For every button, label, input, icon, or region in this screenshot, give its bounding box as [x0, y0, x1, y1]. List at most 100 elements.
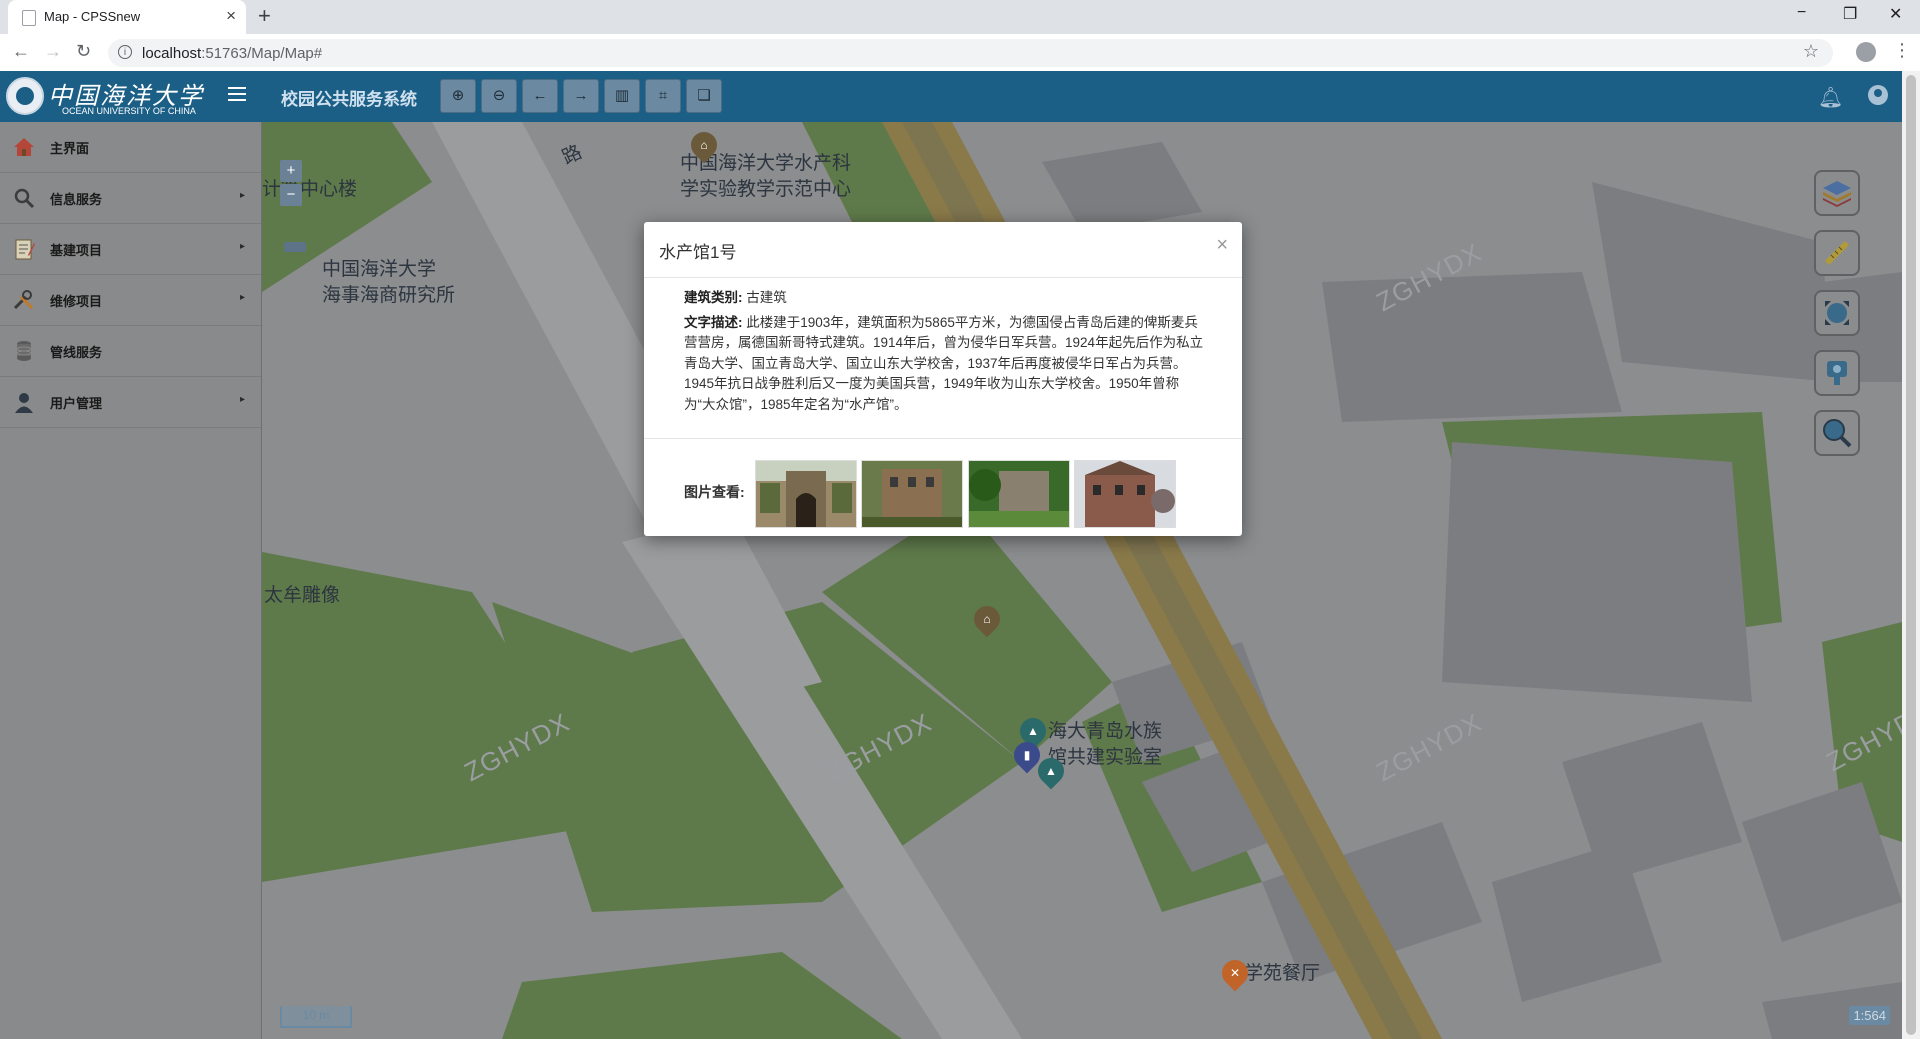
map-label-aquarium-lab-2: 馆共建实验室 — [1048, 747, 1163, 768]
locate-button[interactable] — [1814, 350, 1860, 396]
university-logo: 中国海洋大学 OCEAN UNIVERSITY OF CHINA — [4, 74, 214, 119]
category-label: 建筑类别: — [684, 290, 743, 305]
building-photo-3[interactable] — [968, 460, 1070, 528]
tab-close-icon[interactable]: × — [226, 6, 236, 26]
location-icon — [1827, 361, 1847, 385]
reload-icon[interactable]: ↻ — [76, 41, 91, 62]
zoom-out-button[interactable]: − — [280, 184, 302, 206]
database-icon — [16, 341, 32, 361]
sidebar-item-home[interactable]: 主界面 — [0, 122, 261, 173]
logo-english-name: OCEAN UNIVERSITY OF CHINA — [62, 106, 196, 116]
map-label-computing-center: 计算中心楼 — [262, 179, 358, 200]
zoom-out-icon[interactable]: ⊖ — [481, 79, 517, 113]
category-value: 古建筑 — [746, 290, 787, 305]
page-scrollbar[interactable] — [1902, 71, 1920, 1039]
new-tab-button[interactable]: + — [258, 3, 271, 29]
map-label-maritime-institute-2: 海事海商研究所 — [322, 285, 456, 306]
sidebar-item-label: 维修项目 — [50, 294, 103, 309]
copy-icon[interactable]: ❏ — [686, 79, 722, 113]
zoom-in-button[interactable]: + — [280, 160, 302, 182]
sidebar-item-user-management[interactable]: 用户管理 ▸ — [0, 377, 261, 428]
description-label: 文字描述: — [684, 314, 743, 330]
map-label-canteen: 学苑餐厅 — [1244, 963, 1321, 984]
description-value: 此楼建于1903年，建筑面积为5865平方米，为德国侵占青岛后建的俾斯麦兵营营房… — [684, 314, 1204, 412]
profile-avatar-icon[interactable] — [1856, 42, 1876, 62]
building-photo-2[interactable] — [861, 460, 963, 528]
tools-icon — [13, 290, 34, 310]
popup-close-icon[interactable]: × — [1216, 234, 1228, 257]
site-info-icon[interactable]: i — [118, 45, 132, 59]
search-map-button[interactable] — [1814, 410, 1860, 456]
zoom-control: + − — [280, 160, 302, 208]
arrow-left-icon[interactable]: ← — [522, 79, 558, 113]
forward-icon[interactable]: → — [44, 41, 62, 62]
browser-tab[interactable]: Map - CPSSnew × — [8, 0, 246, 34]
window-close-icon[interactable]: ✕ — [1889, 4, 1902, 24]
home-icon — [14, 138, 34, 156]
arrow-right-icon[interactable]: → — [563, 79, 599, 113]
ruler-icon — [1825, 241, 1849, 265]
restaurant-marker-icon[interactable]: ✕ — [1216, 954, 1254, 992]
url-input[interactable]: i localhost:51763/Map/Map# ☆ — [108, 39, 1833, 67]
building-photo-4[interactable] — [1074, 460, 1176, 528]
sidebar-item-label: 信息服务 — [50, 192, 103, 207]
system-title: 校园公共服务系统 — [281, 90, 417, 109]
url-path: :51763/Map/Map# — [201, 45, 323, 62]
sidebar-item-info-services[interactable]: 信息服务 ▸ — [0, 173, 261, 224]
url-host: localhost — [142, 45, 202, 62]
chevron-right-icon: ▸ — [239, 241, 245, 252]
popup-body: 建筑类别: 古建筑 文字描述: 此楼建于1903年，建筑面积为5865平方米，为… — [684, 288, 1204, 415]
sidebar-item-label: 主界面 — [50, 141, 90, 156]
sidebar-item-infrastructure[interactable]: 基建项目 ▸ — [0, 224, 261, 275]
back-icon[interactable]: ← — [12, 41, 30, 62]
browser-menu-icon[interactable]: ⋮ — [1893, 40, 1911, 61]
globe-search-icon — [1823, 419, 1852, 448]
map-label-statue: 太牟雕像 — [264, 585, 341, 606]
bookmark-star-icon[interactable]: ☆ — [1803, 41, 1819, 62]
minimize-icon[interactable]: − — [1797, 4, 1806, 22]
sidebar-item-label: 基建项目 — [50, 243, 103, 258]
building-info-popup: 水产馆1号 × 建筑类别: 古建筑 文字描述: 此楼建于1903年，建筑面积为5… — [644, 222, 1242, 536]
app-header: 中国海洋大学 OCEAN UNIVERSITY OF CHINA 校园公共服务系… — [0, 71, 1902, 122]
tab-title: Map - CPSSnew — [44, 9, 141, 24]
measure-button[interactable] — [1814, 230, 1860, 276]
bank-marker-icon[interactable]: ▮ — [1008, 736, 1046, 774]
map-label-maritime-institute: 中国海洋大学 — [322, 259, 437, 280]
expand-icon — [1825, 301, 1849, 325]
popup-divider — [644, 438, 1242, 439]
layers-icon — [1823, 181, 1851, 207]
museum-marker-icon[interactable]: ⌂ — [685, 126, 723, 164]
browser-tab-bar: Map - CPSSnew × + − ❐ ✕ — [0, 0, 1920, 34]
page-favicon-icon — [22, 10, 36, 26]
chevron-right-icon: ▸ — [239, 292, 245, 303]
sidebar-item-label: 用户管理 — [50, 396, 103, 411]
popup-title: 水产馆1号 — [659, 243, 737, 262]
clipboard-icon — [15, 239, 35, 260]
crop-icon[interactable]: ⌗ — [645, 79, 681, 113]
restore-icon[interactable]: ❐ — [1843, 4, 1857, 24]
photos-label: 图片查看: — [684, 484, 745, 500]
user-account-icon[interactable] — [1868, 85, 1888, 105]
map-label-aquaculture-center-2: 学实验教学示范中心 — [680, 179, 852, 200]
sidebar-item-pipeline[interactable]: 管线服务 — [0, 326, 261, 377]
university-emblem-icon — [6, 77, 44, 115]
popup-header: 水产馆1号 × — [644, 222, 1242, 278]
user-icon — [15, 393, 33, 413]
zoom-in-icon[interactable]: ⊕ — [440, 79, 476, 113]
sidebar-item-maintenance[interactable]: 维修项目 ▸ — [0, 275, 261, 326]
sidebar-item-label: 管线服务 — [50, 345, 103, 360]
address-bar: ← → ↻ i localhost:51763/Map/Map# ☆ ⋮ — [0, 34, 1920, 72]
notification-bell-icon[interactable]: 🔔︎ — [1818, 85, 1843, 110]
museum-marker-icon[interactable]: ⌂ — [968, 600, 1006, 638]
scale-line: 10 m — [280, 1006, 352, 1028]
scale-ratio: 1:564 — [1849, 1006, 1890, 1025]
layers-button[interactable] — [1814, 170, 1860, 216]
map-icon[interactable]: ▥ — [604, 79, 640, 113]
sidebar: 主界面 信息服务 ▸ 基建项目 ▸ 维修项目 ▸ 管线服务 用户管理 ▸ — [0, 122, 262, 1039]
menu-toggle-icon[interactable] — [228, 87, 246, 101]
zoom-slider-handle[interactable] — [284, 242, 306, 252]
fullscreen-button[interactable] — [1814, 290, 1860, 336]
building-photo-1[interactable] — [755, 460, 857, 528]
scrollbar-thumb[interactable] — [1906, 75, 1916, 1035]
chevron-right-icon: ▸ — [239, 394, 245, 405]
